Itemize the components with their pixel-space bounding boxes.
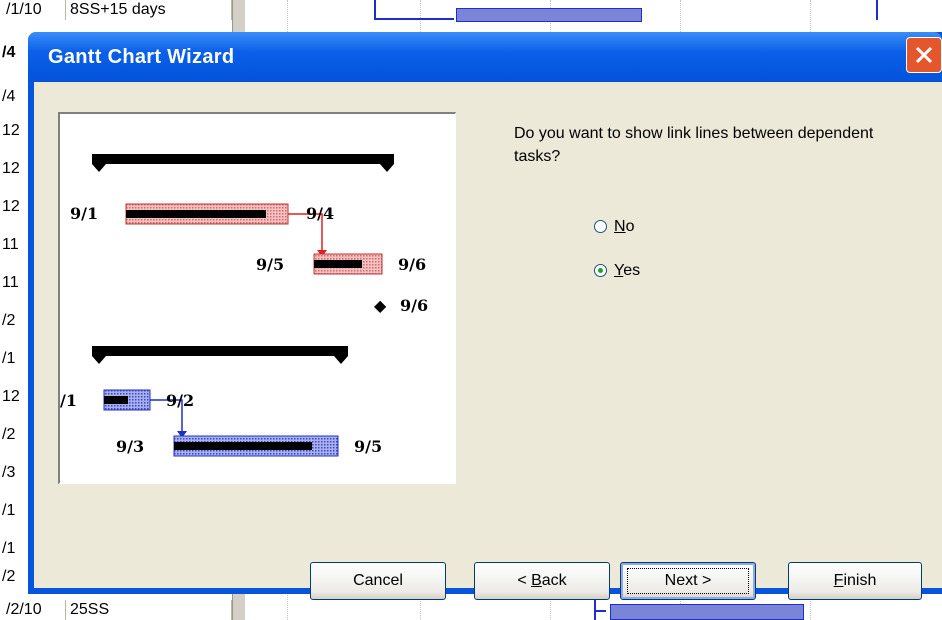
date-label: 9/4 <box>306 204 335 223</box>
dialog-title: Gantt Chart Wizard <box>48 46 235 68</box>
date-label: /1 <box>60 391 77 410</box>
predecessor-cell: 8SS+15 days <box>66 0 232 20</box>
gantt-task-bar[interactable] <box>610 604 804 620</box>
gantt-link-line <box>374 0 376 20</box>
date-label: 9/6 <box>400 296 429 315</box>
row-stub: /1 <box>2 350 16 367</box>
wizard-question: Do you want to show link lines between d… <box>514 125 874 165</box>
row-stub: 11 <box>2 274 19 291</box>
focus-rect <box>627 568 749 594</box>
close-icon <box>915 46 933 64</box>
title-bar[interactable]: Gantt Chart Wizard <box>28 32 942 82</box>
summary-bar <box>92 154 394 172</box>
radio-selected-dot <box>598 268 603 273</box>
finish-button[interactable]: Finish <box>788 562 922 600</box>
dialog-body: 9/1 9/4 9/5 9/6 ◆ 9/6 /1 9/2 9/3 9/5 Do … <box>34 82 942 600</box>
radio-yes-label[interactable]: Yes <box>614 262 640 280</box>
row-stub: 11 <box>2 236 19 253</box>
progress-bar <box>104 396 128 404</box>
row-stub: 12 <box>2 122 20 139</box>
date-label: 9/2 <box>166 391 195 410</box>
radio-circle[interactable] <box>594 264 607 277</box>
radio-no-label[interactable]: No <box>614 218 634 236</box>
next-button[interactable]: Next > <box>620 562 756 600</box>
date-label: 9/3 <box>116 437 145 456</box>
row-stub: /1 <box>2 502 16 519</box>
summary-bar <box>92 346 348 364</box>
row-stub: 12 <box>2 198 20 215</box>
link-lines-preview: 9/1 9/4 9/5 9/6 ◆ 9/6 /1 9/2 9/3 9/5 <box>58 112 456 484</box>
milestone-diamond-icon: ◆ <box>374 296 387 315</box>
date-label: 9/1 <box>70 204 99 223</box>
close-button[interactable] <box>906 37 942 73</box>
predecessor-cell: 25SS <box>66 600 232 620</box>
gantt-link-line <box>374 18 454 20</box>
date-label: 9/5 <box>354 437 383 456</box>
row-stub: /2 <box>2 568 16 585</box>
row-stub: /4 <box>2 44 16 61</box>
date-label: 9/5 <box>256 255 285 274</box>
row-stub: /4 <box>2 88 16 105</box>
row-stub: /3 <box>2 464 16 481</box>
row-stub-column: /4 /4 12 12 12 11 11 /2 /1 12 /2 /3 /1 /… <box>0 0 28 620</box>
date-label: 9/6 <box>398 255 427 274</box>
row-stub: 12 <box>2 388 20 405</box>
row-stub: 12 <box>2 160 20 177</box>
gantt-chart-wizard-dialog: Gantt Chart Wizard 9/1 9/4 9/5 9/6 ◆ 9/6… <box>28 32 942 600</box>
progress-bar <box>314 260 362 268</box>
progress-bar <box>126 210 266 218</box>
cancel-button[interactable]: Cancel <box>310 562 446 600</box>
preview-gantt-graphic <box>92 154 394 457</box>
back-button[interactable]: < Back <box>474 562 610 600</box>
radio-circle[interactable] <box>594 220 607 233</box>
gantt-link-line <box>876 0 878 20</box>
row-stub: /2 <box>2 426 16 443</box>
gantt-link-line <box>594 610 606 612</box>
gantt-task-bar[interactable] <box>456 8 642 22</box>
row-stub: /2 <box>2 312 16 329</box>
progress-bar <box>174 442 312 450</box>
